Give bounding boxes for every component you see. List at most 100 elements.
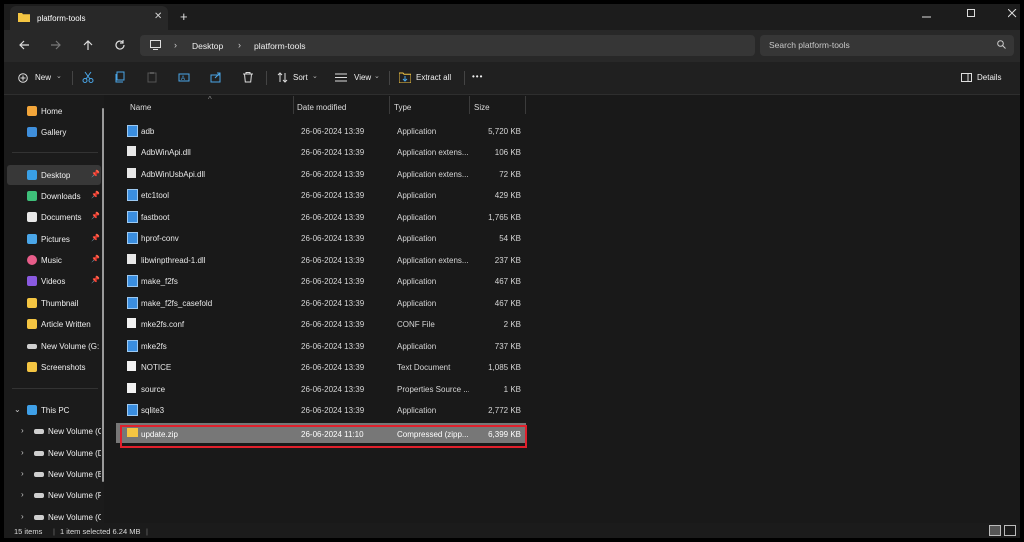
column-header-date[interactable]: Date modified bbox=[297, 103, 346, 112]
sidebar-item-gallery[interactable]: Gallery bbox=[7, 122, 101, 142]
pin-icon[interactable]: 📌 bbox=[91, 234, 100, 242]
address-bar[interactable]: › Desktop › platform-tools bbox=[140, 35, 755, 56]
file-row[interactable]: mke2fs.conf 26-06-2024 13:39 CONF File 2… bbox=[116, 313, 526, 334]
sidebar-item-new-volume-g[interactable]: New Volume (G: bbox=[7, 336, 101, 356]
chevron-right-icon[interactable]: › bbox=[21, 512, 24, 521]
application-icon bbox=[127, 404, 138, 416]
file-size: 1 KB bbox=[503, 385, 521, 394]
sidebar-item-screenshots[interactable]: Screenshots bbox=[7, 357, 101, 377]
pin-icon[interactable]: 📌 bbox=[91, 170, 100, 178]
status-bar: 15 items | 1 item selected 6.24 MB | bbox=[4, 523, 1020, 538]
file-row[interactable]: hprof-conv 26-06-2024 13:39 Application … bbox=[116, 227, 526, 248]
share-icon[interactable] bbox=[210, 71, 222, 83]
sidebar-item-home[interactable]: Home bbox=[7, 101, 101, 121]
sidebar-item-drive[interactable]: › New Volume (C bbox=[7, 421, 101, 441]
file-row[interactable]: AdbWinUsbApi.dll 26-06-2024 13:39 Applic… bbox=[116, 163, 526, 184]
item-count: 15 items bbox=[14, 527, 43, 536]
sidebar-item-label: New Volume (E bbox=[48, 470, 101, 479]
column-divider[interactable] bbox=[293, 96, 294, 114]
close-tab-icon[interactable]: ✕ bbox=[154, 11, 162, 22]
pin-icon[interactable]: 📌 bbox=[91, 276, 100, 284]
breadcrumb-platform-tools[interactable]: platform-tools bbox=[254, 41, 306, 51]
file-explorer-window: platform-tools ✕ + › Desktop › platform-… bbox=[4, 4, 1020, 538]
tab-platform-tools[interactable]: platform-tools ✕ bbox=[10, 6, 168, 30]
sidebar-item-drive[interactable]: › New Volume (F bbox=[7, 485, 101, 505]
file-row[interactable]: sqlite3 26-06-2024 13:39 Application 2,7… bbox=[116, 399, 526, 420]
file-row[interactable]: adb 26-06-2024 13:39 Application 5,720 K… bbox=[116, 120, 526, 141]
column-header-size[interactable]: Size bbox=[474, 103, 490, 112]
details-button[interactable]: Details bbox=[958, 67, 1010, 89]
copy-icon[interactable] bbox=[114, 71, 126, 83]
file-row[interactable]: make_f2fs_casefold 26-06-2024 13:39 Appl… bbox=[116, 292, 526, 313]
details-pane-icon bbox=[961, 73, 972, 82]
file-row[interactable]: libwinpthread-1.dll 26-06-2024 13:39 App… bbox=[116, 249, 526, 270]
search-input[interactable] bbox=[769, 40, 989, 50]
sidebar-item-drive[interactable]: › New Volume (E bbox=[7, 464, 101, 484]
sidebar-item-pictures[interactable]: Pictures 📌 bbox=[7, 229, 101, 249]
new-button[interactable]: New ⌄ bbox=[14, 67, 64, 89]
rename-icon[interactable]: A bbox=[178, 71, 190, 83]
chevron-down-icon: ⌄ bbox=[374, 73, 380, 80]
file-row[interactable]: mke2fs 26-06-2024 13:39 Application 737 … bbox=[116, 335, 526, 356]
sidebar-item-videos[interactable]: Videos 📌 bbox=[7, 271, 101, 291]
forward-arrow-icon[interactable] bbox=[50, 39, 62, 51]
file-size: 72 KB bbox=[499, 170, 521, 179]
file-row[interactable]: AdbWinApi.dll 26-06-2024 13:39 Applicati… bbox=[116, 141, 526, 162]
more-options-icon[interactable]: ••• bbox=[472, 72, 483, 81]
search-icon bbox=[997, 40, 1006, 49]
pin-icon[interactable]: 📌 bbox=[91, 212, 100, 220]
paste-icon[interactable] bbox=[146, 71, 158, 83]
column-header-type[interactable]: Type bbox=[394, 103, 411, 112]
document-icon bbox=[27, 212, 37, 222]
column-divider[interactable] bbox=[525, 96, 526, 114]
chevron-right-icon[interactable]: › bbox=[21, 490, 24, 499]
tiles-view-icon[interactable] bbox=[1004, 525, 1016, 536]
details-view-icon[interactable] bbox=[989, 525, 1001, 536]
file-icon bbox=[127, 318, 136, 328]
extract-all-button[interactable]: Extract all bbox=[396, 67, 456, 89]
chevron-right-icon[interactable]: › bbox=[21, 426, 24, 435]
up-arrow-icon[interactable] bbox=[82, 39, 94, 51]
file-name: make_f2fs bbox=[141, 277, 178, 286]
new-tab-button[interactable]: + bbox=[180, 9, 188, 24]
sidebar-item-thumbnail[interactable]: Thumbnail bbox=[7, 293, 101, 313]
pin-icon[interactable]: 📌 bbox=[91, 191, 100, 199]
chevron-right-icon[interactable]: › bbox=[21, 469, 24, 478]
chevron-down-icon[interactable]: ⌄ bbox=[14, 405, 21, 414]
close-window-icon[interactable] bbox=[1008, 9, 1017, 18]
sidebar-item-music[interactable]: Music 📌 bbox=[7, 250, 101, 270]
column-divider[interactable] bbox=[389, 96, 390, 114]
delete-icon[interactable] bbox=[242, 71, 254, 83]
sidebar-item-label: Gallery bbox=[41, 128, 67, 137]
file-name: adb bbox=[141, 127, 155, 136]
sidebar-item-documents[interactable]: Documents 📌 bbox=[7, 207, 101, 227]
file-row[interactable]: NOTICE 26-06-2024 13:39 Text Document 1,… bbox=[116, 356, 526, 377]
sidebar-item-downloads[interactable]: Downloads 📌 bbox=[7, 186, 101, 206]
sort-button[interactable]: Sort ⌄ bbox=[274, 67, 324, 89]
file-row[interactable]: etc1tool 26-06-2024 13:39 Application 42… bbox=[116, 184, 526, 205]
sidebar-item-label: New Volume (G bbox=[48, 513, 101, 522]
chevron-right-icon[interactable]: › bbox=[21, 448, 24, 457]
file-row[interactable]: make_f2fs 26-06-2024 13:39 Application 4… bbox=[116, 270, 526, 291]
sidebar-item-this-pc[interactable]: ⌄ This PC bbox=[7, 400, 101, 420]
maximize-icon[interactable] bbox=[967, 9, 976, 18]
breadcrumb-desktop[interactable]: Desktop bbox=[192, 41, 223, 51]
minimize-icon[interactable] bbox=[922, 12, 931, 21]
column-divider[interactable] bbox=[469, 96, 470, 114]
search-box[interactable] bbox=[760, 35, 1014, 56]
sidebar-scrollbar[interactable] bbox=[102, 108, 104, 482]
sidebar-item-article-written[interactable]: Article Written bbox=[7, 314, 101, 334]
column-header-name[interactable]: Name bbox=[130, 103, 151, 112]
sidebar-item-drive[interactable]: › New Volume (D bbox=[7, 443, 101, 463]
file-type: Application bbox=[397, 191, 437, 200]
chevron-right-icon: › bbox=[174, 40, 177, 50]
sidebar-item-desktop[interactable]: Desktop 📌 bbox=[7, 165, 101, 185]
file-type: Application bbox=[397, 277, 437, 286]
pin-icon[interactable]: 📌 bbox=[91, 255, 100, 263]
file-row[interactable]: fastboot 26-06-2024 13:39 Application 1,… bbox=[116, 206, 526, 227]
refresh-icon[interactable] bbox=[114, 39, 126, 51]
back-arrow-icon[interactable] bbox=[18, 39, 30, 51]
cut-icon[interactable] bbox=[82, 71, 94, 83]
file-row[interactable]: source 26-06-2024 13:39 Properties Sourc… bbox=[116, 378, 526, 399]
view-button[interactable]: View ⌄ bbox=[332, 67, 384, 89]
